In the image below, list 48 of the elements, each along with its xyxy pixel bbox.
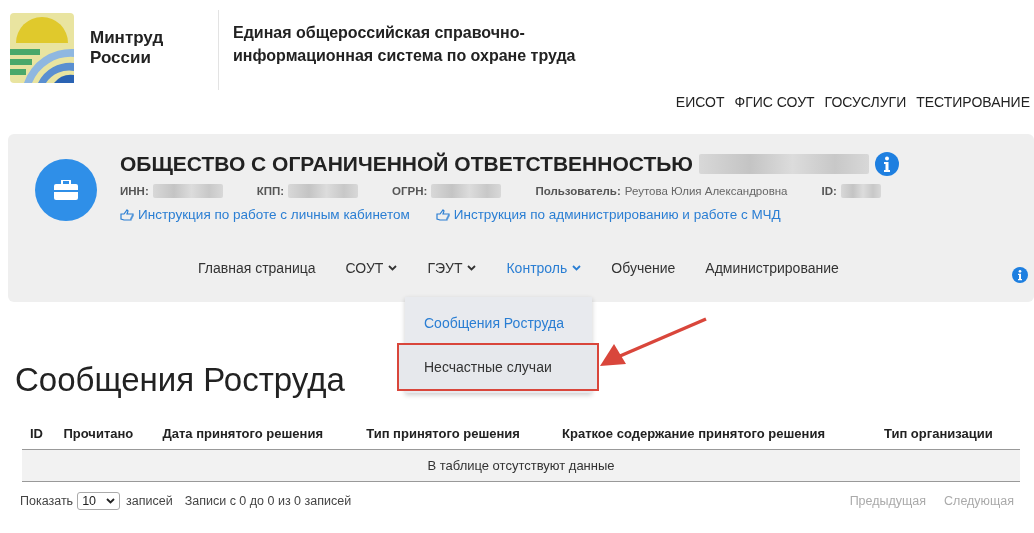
show-label: Показать bbox=[20, 494, 74, 508]
column-header: Краткое содержание принятого решения bbox=[554, 418, 876, 450]
field-label: ИНН: bbox=[120, 185, 149, 197]
blurred-text bbox=[431, 184, 502, 198]
chevron-icon bbox=[572, 265, 582, 271]
field-label: ОГРН: bbox=[392, 185, 428, 197]
info-icon[interactable] bbox=[1012, 267, 1028, 283]
field-label: Пользователь: bbox=[535, 185, 621, 197]
page-title: Сообщения Роструда bbox=[15, 360, 345, 400]
nav-item[interactable]: Администрирование bbox=[690, 260, 854, 276]
nav-item[interactable]: Главная страница bbox=[183, 260, 331, 276]
top-link[interactable]: ФГИС СОУТ bbox=[734, 94, 815, 110]
chevron-icon bbox=[388, 265, 398, 271]
column-header: ID bbox=[22, 418, 56, 450]
blurred-text bbox=[288, 184, 359, 198]
system-title: Единая общероссийская справочно- информационная система по охране труда bbox=[233, 23, 576, 66]
nav-item[interactable]: Обучение bbox=[596, 260, 691, 276]
records-label: записей bbox=[126, 494, 173, 508]
column-header: Прочитано bbox=[55, 418, 155, 450]
logo-icon bbox=[10, 13, 74, 83]
top-link[interactable]: ГОСУСЛУГИ bbox=[824, 94, 907, 110]
page-size-select[interactable]: 10 bbox=[77, 492, 121, 510]
nav-item[interactable]: СОУТ bbox=[330, 260, 413, 276]
column-header: Тип организации bbox=[875, 418, 1020, 450]
column-header: Тип принятого решения bbox=[358, 418, 555, 450]
top-link[interactable]: ТЕСТИРОВАНИЕ bbox=[916, 94, 1030, 110]
nav-item[interactable]: Контроль bbox=[491, 260, 597, 276]
empty-message: В таблице отсутствуют данные bbox=[22, 449, 1020, 482]
nav-item[interactable]: ГЭУТ bbox=[412, 260, 492, 276]
column-header: Дата принятого решения bbox=[154, 418, 359, 450]
chevron-icon bbox=[106, 498, 116, 504]
info-icon[interactable] bbox=[875, 152, 899, 176]
chevron-icon bbox=[467, 265, 477, 271]
menu-item[interactable]: Сообщения Роструда bbox=[405, 301, 592, 345]
company-name: ОБЩЕСТВО С ОГРАНИЧЕННОЙ ОТВЕТСТВЕННОСТЬЮ bbox=[120, 152, 693, 176]
hand-pointer-icon bbox=[120, 208, 134, 221]
field-label: ID: bbox=[821, 185, 837, 197]
field-value: Реутова Юлия Александровна bbox=[624, 185, 788, 197]
records-info: Записи с 0 до 0 из 0 записей bbox=[184, 494, 352, 508]
logo-text: Минтруд России bbox=[90, 28, 165, 68]
instruction-link[interactable]: Инструкция по администрированию и работе с МЧД bbox=[435, 207, 781, 222]
menu-item[interactable]: Несчастные случаи bbox=[399, 345, 597, 389]
field-label: КПП: bbox=[256, 185, 285, 197]
blurred-text bbox=[840, 184, 881, 198]
top-link[interactable]: ЕИСОТ bbox=[675, 94, 725, 110]
blurred-text bbox=[152, 184, 223, 198]
hand-pointer-icon bbox=[435, 208, 450, 221]
instruction-link[interactable]: Инструкция по работе с личным кабинетом bbox=[120, 207, 410, 222]
